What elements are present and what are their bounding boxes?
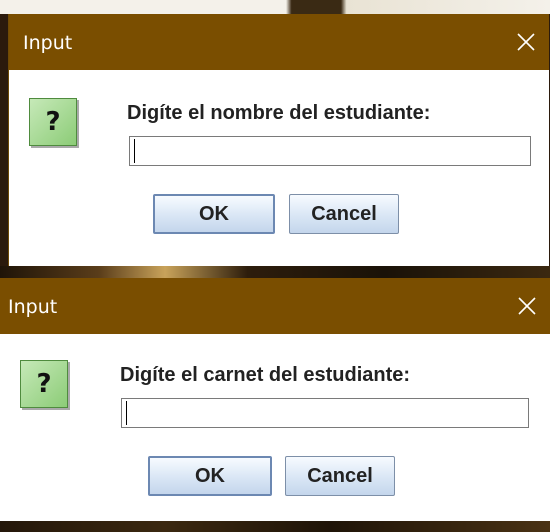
prompt-label: Digíte el carnet del estudiante: bbox=[120, 364, 411, 386]
input-dialog-carnet: Input ? Digíte el carnet del estudiante:… bbox=[0, 278, 550, 521]
close-button[interactable] bbox=[504, 278, 550, 334]
cancel-button[interactable]: Cancel bbox=[289, 194, 399, 234]
student-carnet-input[interactable] bbox=[121, 398, 529, 428]
background-top bbox=[0, 0, 550, 14]
dialog-content: ? Digíte el carnet del estudiante: OK Ca… bbox=[0, 334, 550, 521]
title-bar[interactable]: Input bbox=[9, 14, 549, 70]
ok-button[interactable]: OK bbox=[148, 456, 272, 496]
background-middle bbox=[0, 266, 550, 278]
dialog-title: Input bbox=[23, 32, 73, 54]
title-bar[interactable]: Input bbox=[0, 278, 550, 334]
background-bottom bbox=[0, 521, 550, 532]
question-icon: ? bbox=[29, 98, 77, 146]
ok-button[interactable]: OK bbox=[153, 194, 275, 234]
text-caret bbox=[134, 139, 135, 163]
dialog-title: Input bbox=[8, 296, 58, 318]
student-name-input[interactable] bbox=[129, 136, 531, 166]
close-icon bbox=[518, 297, 536, 315]
close-icon bbox=[517, 33, 535, 51]
prompt-label: Digíte el nombre del estudiante: bbox=[127, 102, 431, 124]
question-icon: ? bbox=[20, 360, 68, 408]
dialog-content: ? Digíte el nombre del estudiante: OK Ca… bbox=[9, 70, 549, 266]
cancel-button[interactable]: Cancel bbox=[285, 456, 395, 496]
text-caret bbox=[126, 401, 127, 425]
input-dialog-nombre: Input ? Digíte el nombre del estudiante:… bbox=[8, 14, 549, 266]
close-button[interactable] bbox=[503, 14, 549, 70]
